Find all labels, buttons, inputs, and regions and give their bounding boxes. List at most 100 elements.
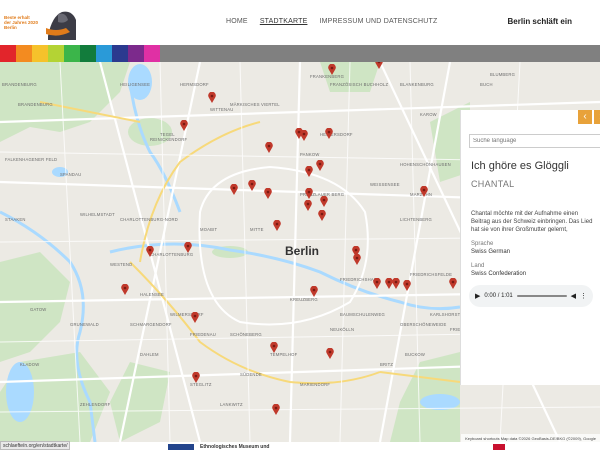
map-district-label: GATOW bbox=[30, 307, 47, 312]
color-swatch bbox=[80, 45, 96, 62]
more-options-icon[interactable]: ⋮ bbox=[580, 292, 587, 300]
page: Beste erhalt der Jahres 2020 Berlin HOME… bbox=[0, 0, 600, 450]
partner-logo-left bbox=[168, 444, 194, 450]
nav-home[interactable]: HOME bbox=[226, 18, 248, 25]
map-pin-icon[interactable] bbox=[449, 278, 457, 289]
map-pin-icon[interactable] bbox=[300, 130, 308, 141]
language-search-input[interactable] bbox=[469, 134, 600, 148]
song-description: Chantal möchte mit der Aufnahme einen Be… bbox=[471, 211, 593, 232]
map-district-label: BAUMSCHULENWEG bbox=[340, 312, 385, 317]
next-arrow-icon[interactable]: › bbox=[594, 110, 600, 124]
map-pin-icon[interactable] bbox=[272, 404, 280, 415]
map-district-label: STAAKEN bbox=[5, 217, 26, 222]
map-district-label: DAHLEM bbox=[140, 352, 159, 357]
map-district-label: BRITZ bbox=[380, 362, 394, 367]
map-district-label: REINICKENDORF bbox=[150, 137, 188, 142]
language-value: Swiss German bbox=[471, 249, 511, 255]
main-nav: HOME STADTKARTE IMPRESSUM UND DATENSCHUT… bbox=[226, 18, 438, 25]
map-pin-icon[interactable] bbox=[373, 278, 381, 289]
map-attribution[interactable]: Keyboard shortcuts Map data ©2026 GeoBas… bbox=[461, 434, 600, 442]
map-pin-icon[interactable] bbox=[353, 254, 361, 265]
song-title: Ich ghöre es Glöggli bbox=[471, 160, 569, 172]
map-district-label: BRANDENBURG bbox=[2, 82, 37, 87]
color-swatch bbox=[32, 45, 48, 62]
map-district-label: MARIENDORF bbox=[300, 382, 331, 387]
map-pin-icon[interactable] bbox=[328, 64, 336, 75]
map-district-label: WESTEND bbox=[110, 262, 133, 267]
song-info-panel: ‹ › Ich ghöre es Glöggli CHANTAL Chantal… bbox=[460, 110, 600, 385]
map-pin-icon[interactable] bbox=[180, 120, 188, 131]
volume-icon[interactable]: ◀ bbox=[571, 292, 576, 300]
map-district-label: SÜDENDE bbox=[240, 372, 262, 377]
map-district-label: LANKWITZ bbox=[220, 402, 243, 407]
map-pin-icon[interactable] bbox=[325, 128, 333, 139]
color-swatch bbox=[48, 45, 64, 62]
audio-time: 0:00 / 1:01 bbox=[484, 293, 513, 299]
audio-player: ▶ 0:00 / 1:01 ◀ ⋮ bbox=[469, 285, 593, 307]
color-swatch bbox=[128, 45, 144, 62]
map-pin-icon[interactable] bbox=[273, 220, 281, 231]
map-district-label: MOABIT bbox=[200, 227, 218, 232]
map-district-label: KAROW bbox=[420, 112, 437, 117]
map-pin-icon[interactable] bbox=[403, 280, 411, 291]
museum-text[interactable]: Ethnologisches Museum und bbox=[200, 444, 269, 450]
map-pin-icon[interactable] bbox=[270, 342, 278, 353]
map-pin-icon[interactable] bbox=[265, 142, 273, 153]
map-district-label: WEISSENSEE bbox=[370, 182, 400, 187]
site-logo[interactable]: Beste erhalt der Jahres 2020 Berlin bbox=[2, 2, 78, 42]
map-district-label: HEILIGENSEE bbox=[120, 82, 151, 87]
header: Beste erhalt der Jahres 2020 Berlin HOME… bbox=[0, 0, 600, 45]
map-district-label: BRANDENBURG bbox=[18, 102, 53, 107]
map-district-label: NEUKÖLLN bbox=[330, 327, 355, 332]
map-district-label: BUCKOW bbox=[405, 352, 426, 357]
nav-stadtkarte[interactable]: STADTKARTE bbox=[260, 18, 308, 25]
map-district-label: FRANZÖSISCH BUCHHOLZ bbox=[330, 82, 389, 87]
map-pin-icon[interactable] bbox=[192, 372, 200, 383]
map-pin-icon[interactable] bbox=[310, 286, 318, 297]
logo-subtitle: Beste erhalt der Jahres 2020 Berlin bbox=[4, 15, 39, 30]
map-pin-icon[interactable] bbox=[305, 166, 313, 177]
prev-arrow-icon[interactable]: ‹ bbox=[578, 110, 592, 124]
map-district-label: HERMSDORF bbox=[180, 82, 209, 87]
map-district-label: SCHÖNEBERG bbox=[230, 332, 262, 337]
map-pin-icon[interactable] bbox=[316, 160, 324, 171]
map-district-label: MÄRKISCHES VIERTEL bbox=[230, 102, 280, 107]
map-district-label: KARLSHORST bbox=[430, 312, 461, 317]
map-pin-icon[interactable] bbox=[264, 188, 272, 199]
audio-progress-bar[interactable] bbox=[516, 295, 567, 297]
map-district-label: HOHENSCHÖNHAUSEN bbox=[400, 162, 451, 167]
color-swatch bbox=[96, 45, 112, 62]
map-pin-icon[interactable] bbox=[326, 348, 334, 359]
map-pin-icon[interactable] bbox=[304, 200, 312, 211]
map-district-label: SCHMARGENDORF bbox=[130, 322, 172, 327]
nav-impressum[interactable]: IMPRESSUM UND DATENSCHUTZ bbox=[319, 18, 437, 25]
map-district-label: MITTE bbox=[250, 227, 264, 232]
map-district-label: ZEHLENDORF bbox=[80, 402, 111, 407]
map-pin-icon[interactable] bbox=[248, 180, 256, 191]
map-pin-icon[interactable] bbox=[184, 242, 192, 253]
map-district-label: WITTENAU bbox=[210, 107, 234, 112]
map-district-label: BUCH bbox=[480, 82, 493, 87]
country-value: Swiss Confederation bbox=[471, 271, 527, 277]
map-district-label: FALKENHAGENER FELD bbox=[5, 157, 58, 162]
map-pin-icon[interactable] bbox=[121, 284, 129, 295]
map-pin-icon[interactable] bbox=[191, 312, 199, 323]
language-label: Sprache bbox=[471, 241, 494, 247]
play-icon[interactable]: ▶ bbox=[475, 292, 480, 300]
map-district-label: LICHTENBERG bbox=[400, 217, 432, 222]
map-district-label: OBERSCHÖNEWEIDE bbox=[400, 322, 447, 327]
map-pin-icon[interactable] bbox=[318, 210, 326, 221]
map-pin-icon[interactable] bbox=[392, 278, 400, 289]
map-district-label: KLADOW bbox=[20, 362, 40, 367]
city-label: Berlin bbox=[285, 244, 320, 258]
map-pin-icon[interactable] bbox=[420, 186, 428, 197]
map-pin-icon[interactable] bbox=[375, 62, 383, 69]
map-pin-icon[interactable] bbox=[305, 188, 313, 199]
partner-logo-right bbox=[493, 444, 505, 450]
map-pin-icon[interactable] bbox=[146, 246, 154, 257]
map-pin-icon[interactable] bbox=[208, 92, 216, 103]
map-district-label: CHARLOTTENBURG-NORD bbox=[120, 217, 179, 222]
country-label: Land bbox=[471, 263, 485, 269]
map-pin-icon[interactable] bbox=[320, 196, 328, 207]
map-pin-icon[interactable] bbox=[230, 184, 238, 195]
